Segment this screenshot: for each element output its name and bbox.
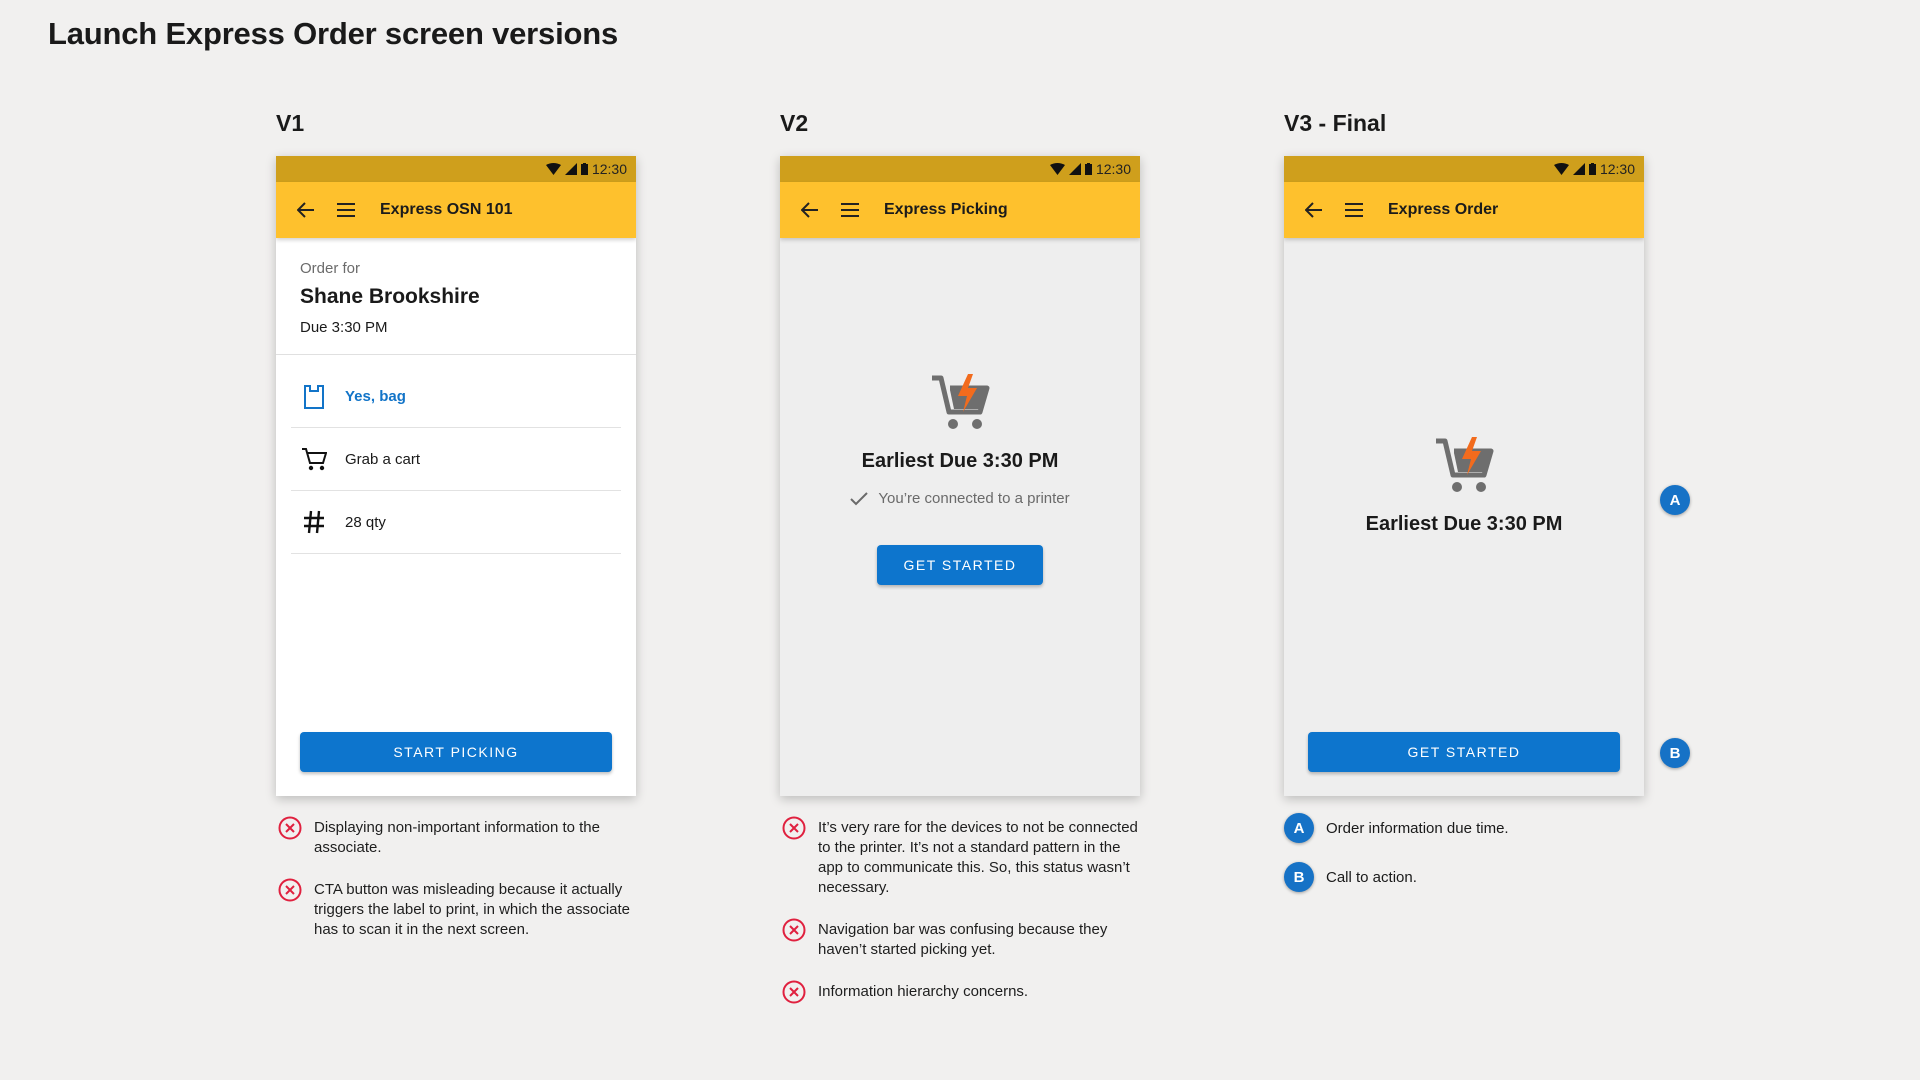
cart-icon	[301, 446, 327, 472]
signal-icon	[1068, 163, 1081, 175]
toolbar: Express Order	[1284, 182, 1644, 238]
note-text: It’s very rare for the devices to not be…	[818, 819, 1138, 896]
menu-icon[interactable]	[1342, 198, 1366, 222]
status-time: 12:30	[1095, 161, 1131, 177]
marker-a-badge: A	[1660, 485, 1690, 515]
get-started-button[interactable]: GET STARTED	[877, 545, 1043, 585]
note-text: Displaying non-important information to …	[314, 819, 600, 856]
bag-icon	[301, 383, 327, 409]
marker-a-badge: A	[1284, 813, 1314, 843]
hash-icon	[301, 509, 327, 535]
v2-heading: V2	[780, 110, 809, 136]
express-cart-icon	[1284, 435, 1644, 502]
order-label: Order for	[300, 260, 361, 277]
error-x-icon	[782, 980, 806, 1004]
status-bar: 12:30	[276, 156, 636, 182]
v1-note: Displaying non-important information to …	[278, 816, 638, 858]
toolbar-title: Express OSN 101	[380, 201, 513, 218]
due-time: Due 3:30 PM	[300, 319, 388, 336]
get-started-button[interactable]: GET STARTED	[1308, 732, 1620, 772]
wifi-icon	[1049, 163, 1065, 175]
back-arrow-icon[interactable]	[294, 198, 318, 222]
marker-b-badge: B	[1660, 738, 1690, 768]
toolbar: Express Picking	[780, 182, 1140, 238]
list-item-cart[interactable]: Grab a cart	[291, 428, 621, 491]
earliest-due-text: Earliest Due 3:30 PM	[1365, 513, 1563, 535]
v2-note: Navigation bar was confusing because the…	[782, 918, 1142, 960]
status-bar: 12:30	[1284, 156, 1644, 182]
error-x-icon	[278, 878, 302, 902]
signal-icon	[564, 163, 577, 175]
legend-text: Order information due time.	[1326, 819, 1509, 837]
v2-note: Information hierarchy concerns.	[782, 980, 1142, 1004]
error-x-icon	[278, 816, 302, 840]
legend-item-a: A Order information due time.	[1284, 813, 1509, 843]
menu-icon[interactable]	[334, 198, 358, 222]
customer-name: Shane Brookshire	[300, 285, 480, 308]
printer-status: You’re connected to a printer	[780, 490, 1140, 507]
list-item-quantity[interactable]: 28 qty	[291, 491, 621, 554]
v1-phone-screen: 12:30 Express OSN 101 Order for Shane Br…	[276, 156, 636, 796]
battery-icon	[1588, 163, 1596, 175]
toolbar: Express OSN 101	[276, 182, 636, 238]
printer-status-text: You’re connected to a printer	[878, 490, 1070, 507]
v3-phone-screen: 12:30 Express Order Earliest Due 3:30 PM…	[1284, 156, 1644, 796]
note-text: CTA button was misleading because it act…	[314, 881, 631, 938]
error-x-icon	[782, 816, 806, 840]
wifi-icon	[1553, 163, 1569, 175]
start-picking-button[interactable]: START PICKING	[300, 732, 612, 772]
toolbar-title: Express Order	[1388, 201, 1499, 218]
signal-icon	[1572, 163, 1585, 175]
error-x-icon	[782, 918, 806, 942]
list-item-label: Yes, bag	[345, 387, 406, 405]
status-bar: 12:30	[780, 156, 1140, 182]
v2-phone-screen: 12:30 Express Picking Earliest Due 3:30 …	[780, 156, 1140, 796]
battery-icon	[580, 163, 588, 175]
list-item-bag[interactable]: Yes, bag	[291, 365, 621, 428]
legend-text: Call to action.	[1326, 868, 1417, 886]
v3-heading: V3 - Final	[1284, 110, 1387, 136]
list-item-label: Grab a cart	[345, 450, 421, 468]
battery-icon	[1084, 163, 1092, 175]
v1-note: CTA button was misleading because it act…	[278, 878, 638, 940]
list-item-label: 28 qty	[345, 513, 386, 531]
earliest-due-text: Earliest Due 3:30 PM	[861, 450, 1059, 472]
order-summary: Order for Shane Brookshire Due 3:30 PM	[276, 238, 636, 355]
status-time: 12:30	[1599, 161, 1635, 177]
express-cart-icon	[780, 372, 1140, 439]
marker-b-badge: B	[1284, 862, 1314, 892]
v1-heading: V1	[276, 110, 305, 136]
menu-icon[interactable]	[838, 198, 862, 222]
back-arrow-icon[interactable]	[798, 198, 822, 222]
status-time: 12:30	[591, 161, 627, 177]
v2-note: It’s very rare for the devices to not be…	[782, 816, 1142, 898]
note-text: Information hierarchy concerns.	[818, 983, 1029, 1000]
check-icon	[850, 491, 869, 505]
legend-item-b: B Call to action.	[1284, 862, 1417, 892]
page-title: Launch Express Order screen versions	[48, 16, 619, 51]
note-text: Navigation bar was confusing because the…	[818, 921, 1108, 958]
back-arrow-icon[interactable]	[1302, 198, 1326, 222]
toolbar-title: Express Picking	[884, 201, 1008, 218]
wifi-icon	[545, 163, 561, 175]
